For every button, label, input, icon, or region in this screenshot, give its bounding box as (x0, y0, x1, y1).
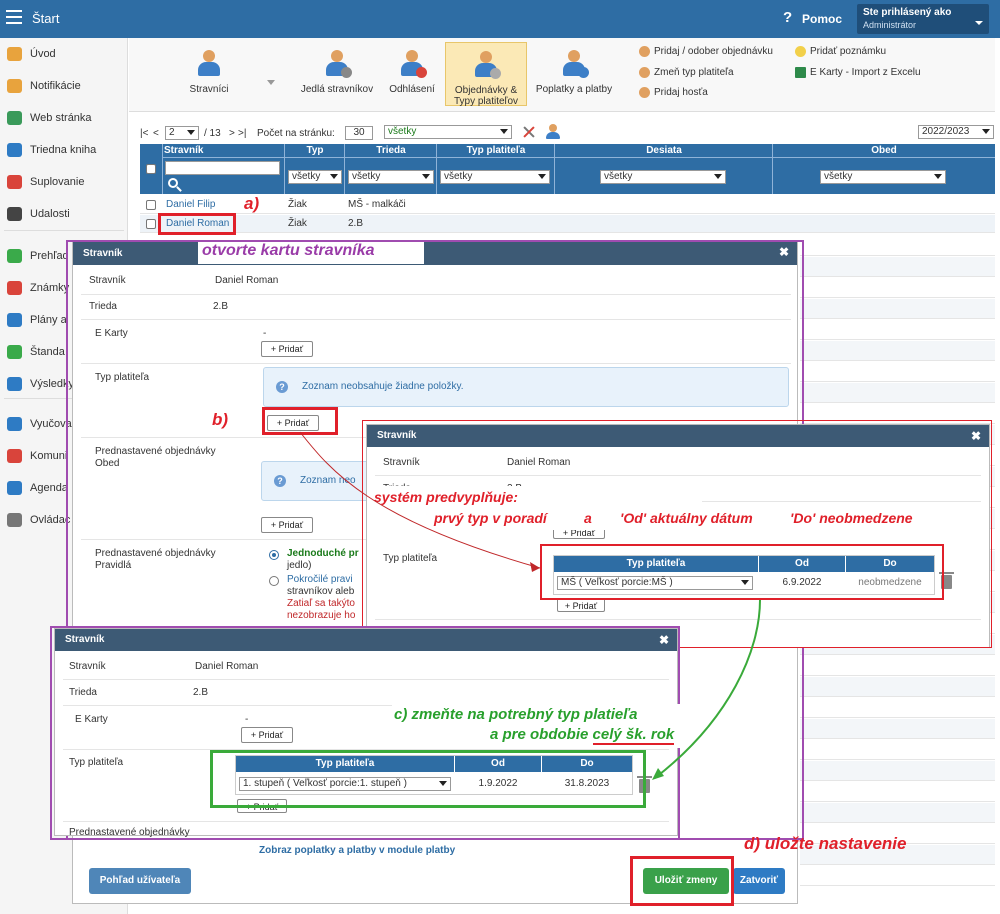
arrow-head (652, 768, 664, 780)
arrow-prefilled-to-changed (654, 599, 761, 779)
arrow-head (530, 562, 540, 572)
annotation-arrows (299, 431, 761, 780)
arrow-b-to-prefilled (299, 431, 541, 569)
